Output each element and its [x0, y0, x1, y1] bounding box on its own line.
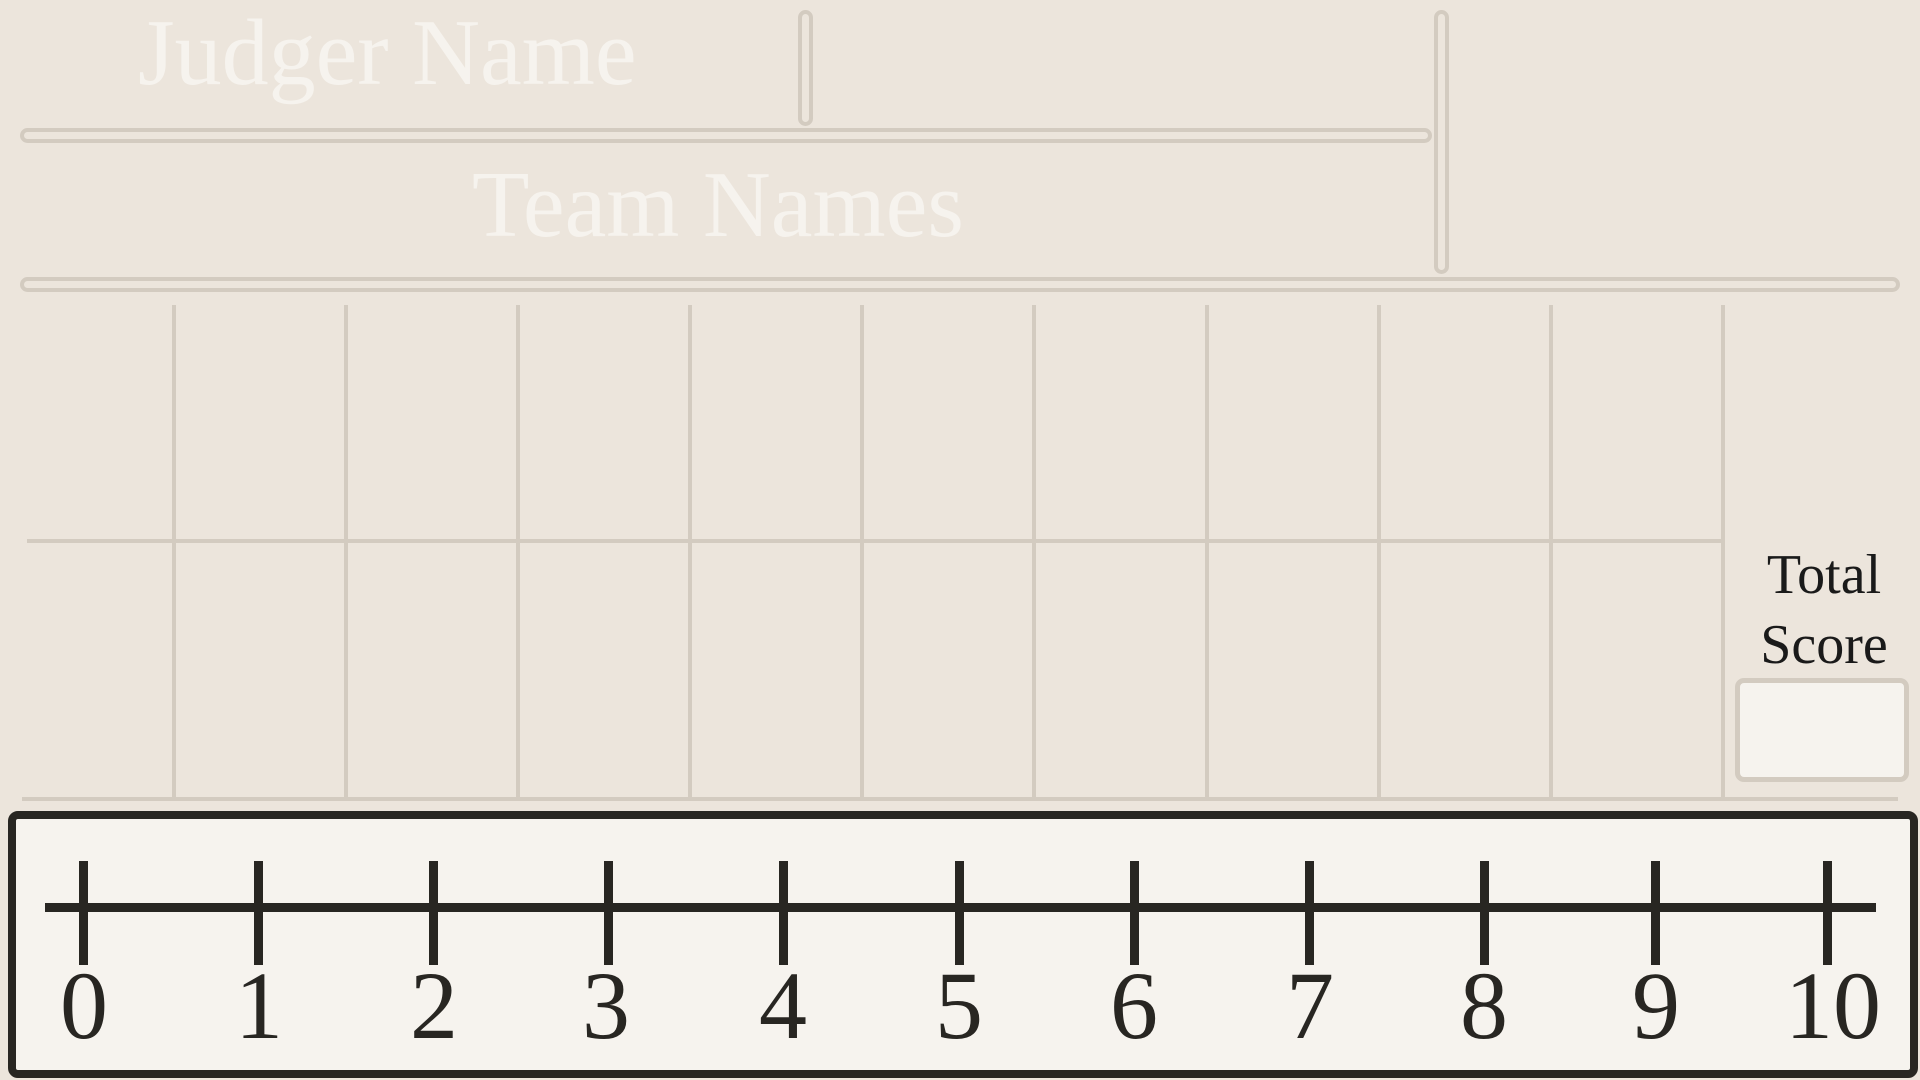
team-names-right-divider — [1434, 10, 1449, 274]
grid-row-line — [27, 539, 1724, 543]
scale-tick-label: 2 — [410, 952, 458, 1059]
scale-tick[interactable] — [254, 861, 263, 965]
scale-tick[interactable] — [955, 861, 964, 965]
scale-tick[interactable] — [1305, 861, 1314, 965]
scale-tick[interactable] — [1823, 861, 1832, 965]
scale-tick-label: 0 — [60, 952, 108, 1059]
grid-column-line — [688, 305, 692, 798]
team-names-underline — [20, 277, 1900, 292]
total-score-label-line2: Score — [1760, 614, 1888, 676]
total-score-label: Total Score — [1734, 540, 1914, 680]
scale-tick[interactable] — [79, 861, 88, 965]
judger-name-underline — [20, 128, 1432, 143]
judger-name-label: Judger Name — [138, 1, 637, 105]
total-score-label-line1: Total — [1766, 544, 1882, 606]
scale-tick[interactable] — [1130, 861, 1139, 965]
scale-tick-label: 4 — [759, 952, 807, 1059]
grid-column-line — [516, 305, 520, 798]
scale-tick[interactable] — [1480, 861, 1489, 965]
judger-name-divider — [798, 10, 813, 126]
team-names-label: Team Names — [472, 153, 964, 257]
total-score-box[interactable] — [1735, 678, 1909, 782]
scale-tick[interactable] — [779, 861, 788, 965]
grid-column-line — [1549, 305, 1553, 798]
grid-column-line — [1721, 305, 1725, 798]
grid-column-line — [344, 305, 348, 798]
grid-column-line — [172, 305, 176, 798]
score-sheet: Judger Name Team Names Total Score 0 1 2 — [0, 0, 1920, 1080]
scale-tick-label: 7 — [1286, 952, 1334, 1059]
scale-tick-label: 1 — [235, 952, 283, 1059]
scale-tick-label: 6 — [1110, 952, 1158, 1059]
grid-column-line — [1377, 305, 1381, 798]
scale-tick-label: 3 — [582, 952, 630, 1059]
grid-column-line — [1032, 305, 1036, 798]
scale-tick-label: 8 — [1460, 952, 1508, 1059]
scale-tick-label: 10 — [1785, 952, 1881, 1059]
scale-tick[interactable] — [604, 861, 613, 965]
scale-tick-label: 5 — [935, 952, 983, 1059]
scale-tick[interactable] — [1651, 861, 1660, 965]
scale-tick[interactable] — [429, 861, 438, 965]
grid-column-line — [1205, 305, 1209, 798]
grid-column-line — [860, 305, 864, 798]
grid-bottom-line — [22, 797, 1898, 801]
scale-tick-label: 9 — [1632, 952, 1680, 1059]
